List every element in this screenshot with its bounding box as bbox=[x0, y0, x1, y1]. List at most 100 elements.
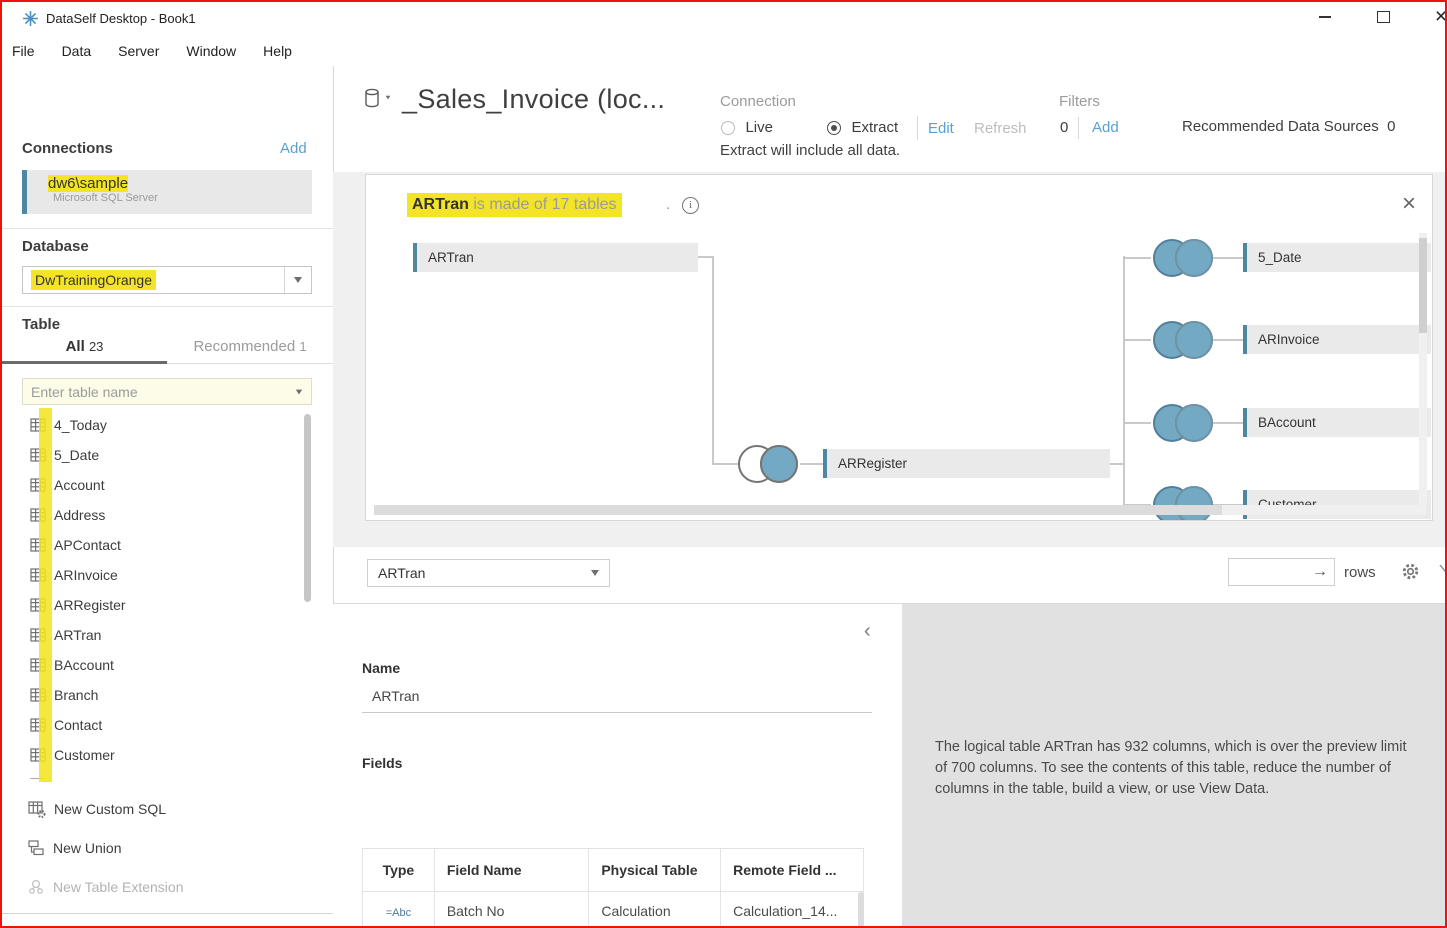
panel-chevron-down-icon[interactable] bbox=[1438, 560, 1447, 580]
table-name: BAccount bbox=[54, 657, 114, 673]
connector-line bbox=[712, 256, 714, 464]
canvas-vscrollbar-track[interactable] bbox=[1419, 233, 1427, 505]
chevron-down-icon bbox=[294, 277, 302, 283]
menu-window[interactable]: Window bbox=[186, 43, 236, 59]
fields-table: Type Field Name Physical Table Remote Fi… bbox=[362, 848, 864, 928]
recommended-data-sources[interactable]: Recommended Data Sources 0 bbox=[1182, 118, 1395, 135]
table-name: Branch bbox=[54, 687, 98, 703]
recommended-count: 0 bbox=[1387, 118, 1395, 135]
close-icon: × bbox=[1435, 5, 1447, 29]
collapse-panel-chevron-icon[interactable]: ‹ bbox=[864, 620, 871, 643]
name-input[interactable] bbox=[362, 684, 872, 713]
fields-table-scrollbar[interactable] bbox=[858, 892, 864, 928]
field-name-cell: Batch No bbox=[434, 892, 589, 928]
join-venn-icon[interactable] bbox=[1147, 236, 1215, 280]
preview-limit-message: The logical table ARTran has 932 columns… bbox=[935, 737, 1422, 800]
filters-count: 0 bbox=[1060, 119, 1068, 136]
fields-table-header-row: Type Field Name Physical Table Remote Fi… bbox=[363, 849, 864, 892]
rows-count-input[interactable] bbox=[1229, 564, 1306, 580]
refresh-link: Refresh bbox=[974, 120, 1027, 137]
database-selected-value: DwTrainingOrange bbox=[31, 270, 156, 290]
related-node-row: ARInvoice bbox=[1123, 318, 1433, 362]
database-select[interactable]: DwTrainingOrange bbox=[22, 266, 312, 294]
diagram-node-related[interactable]: BAccount bbox=[1243, 408, 1431, 437]
chevron-down-icon bbox=[296, 389, 302, 394]
col-type[interactable]: Type bbox=[363, 849, 435, 892]
preview-table-select[interactable]: ARTran bbox=[367, 559, 610, 587]
minimize-icon bbox=[1319, 16, 1331, 18]
name-label: Name bbox=[362, 660, 400, 676]
diagram-node-related[interactable]: 5_Date bbox=[1243, 243, 1431, 272]
filters-add-link[interactable]: Add bbox=[1092, 119, 1119, 136]
database-select-caret bbox=[284, 267, 311, 293]
remote-field-cell: Calculation_14... bbox=[721, 892, 864, 928]
fields-label: Fields bbox=[362, 755, 402, 771]
canvas-background: ARTran is made of 17 tables . i × ARTran… bbox=[333, 172, 1447, 547]
divider bbox=[2, 228, 333, 229]
maximize-button[interactable] bbox=[1360, 2, 1406, 32]
table-name: ARInvoice bbox=[54, 567, 118, 583]
menu-server[interactable]: Server bbox=[118, 43, 159, 59]
table-name: 4_Today bbox=[54, 417, 107, 433]
table-name: APContact bbox=[54, 537, 121, 553]
fields-table-row[interactable]: =Abc Batch No Calculation Calculation_14… bbox=[363, 892, 864, 928]
gear-icon bbox=[1401, 562, 1420, 581]
datasource-title[interactable]: _Sales_Invoice (loc... bbox=[402, 84, 665, 115]
radio-extract[interactable]: Extract bbox=[827, 119, 898, 140]
physical-table-cell: Calculation bbox=[589, 892, 721, 928]
diagram-node-related[interactable]: ARInvoice bbox=[1243, 325, 1431, 354]
col-remote-field[interactable]: Remote Field ... bbox=[721, 849, 864, 892]
radio-live[interactable]: Live bbox=[721, 119, 773, 140]
window-title: DataSelf Desktop - Book1 bbox=[46, 11, 196, 26]
canvas-vscrollbar-thumb[interactable] bbox=[1419, 238, 1427, 333]
settings-button[interactable] bbox=[1401, 562, 1420, 586]
menu-data[interactable]: Data bbox=[62, 43, 92, 59]
connector-line bbox=[1213, 422, 1244, 424]
menu-help[interactable]: Help bbox=[263, 43, 292, 59]
close-button[interactable]: × bbox=[1418, 2, 1447, 32]
chevron-down-icon bbox=[591, 570, 599, 576]
apply-rows-arrow-icon[interactable]: → bbox=[1306, 563, 1334, 581]
datasource-db-icon[interactable] bbox=[364, 88, 392, 114]
new-table-extension-button: New Table Extension bbox=[2, 872, 302, 902]
table-name: 5_Date bbox=[54, 447, 99, 463]
join-venn-icon[interactable] bbox=[1147, 318, 1215, 362]
canvas-hscrollbar-thumb[interactable] bbox=[374, 505, 1222, 515]
edit-link[interactable]: Edit bbox=[928, 120, 954, 137]
new-custom-sql-label: New Custom SQL bbox=[54, 801, 166, 817]
table-name: Customer bbox=[54, 747, 115, 763]
new-table-extension-label: New Table Extension bbox=[53, 879, 183, 895]
canvas-hscrollbar-track[interactable] bbox=[374, 505, 1426, 515]
maximize-icon bbox=[1377, 11, 1390, 23]
sidebar-scrollbar[interactable] bbox=[304, 414, 311, 602]
add-connection-link[interactable]: Add bbox=[280, 140, 307, 157]
preview-table-select-value: ARTran bbox=[378, 565, 425, 581]
col-physical-table[interactable]: Physical Table bbox=[589, 849, 721, 892]
radio-extract-circle bbox=[827, 121, 841, 135]
diagram-node-join[interactable]: ARRegister bbox=[823, 449, 1110, 478]
related-node-row: 5_Date bbox=[1123, 236, 1433, 280]
info-icon[interactable]: i bbox=[682, 197, 699, 214]
join-venn-icon[interactable] bbox=[732, 442, 800, 486]
table-name: ARRegister bbox=[54, 597, 126, 613]
search-caret[interactable] bbox=[287, 389, 311, 395]
new-union-label: New Union bbox=[53, 840, 121, 856]
new-custom-sql-button[interactable]: New Custom SQL bbox=[2, 794, 302, 824]
diagram-node-root[interactable]: ARTran bbox=[413, 243, 698, 272]
custom-sql-icon bbox=[28, 801, 46, 818]
new-union-button[interactable]: New Union bbox=[2, 833, 302, 863]
related-nodes: 5_Date ARInvoice bbox=[1123, 175, 1433, 521]
col-field-name[interactable]: Field Name bbox=[434, 849, 589, 892]
join-venn-icon[interactable] bbox=[1147, 483, 1215, 521]
menu-file[interactable]: File bbox=[12, 43, 35, 59]
join-venn-icon[interactable] bbox=[1147, 401, 1215, 445]
minimize-button[interactable] bbox=[1302, 2, 1348, 32]
table-search-input[interactable] bbox=[23, 384, 287, 400]
tab-recommended[interactable]: Recommended 1 bbox=[167, 338, 333, 364]
table-name: Account bbox=[54, 477, 105, 493]
connection-name: dw6\sample bbox=[48, 175, 128, 192]
related-node-row: BAccount bbox=[1123, 401, 1433, 445]
connection-card[interactable]: dw6\sample Microsoft SQL Server bbox=[22, 170, 312, 214]
radio-live-circle bbox=[721, 121, 735, 135]
main-area: _Sales_Invoice (loc... Connection Live E… bbox=[333, 66, 1447, 928]
